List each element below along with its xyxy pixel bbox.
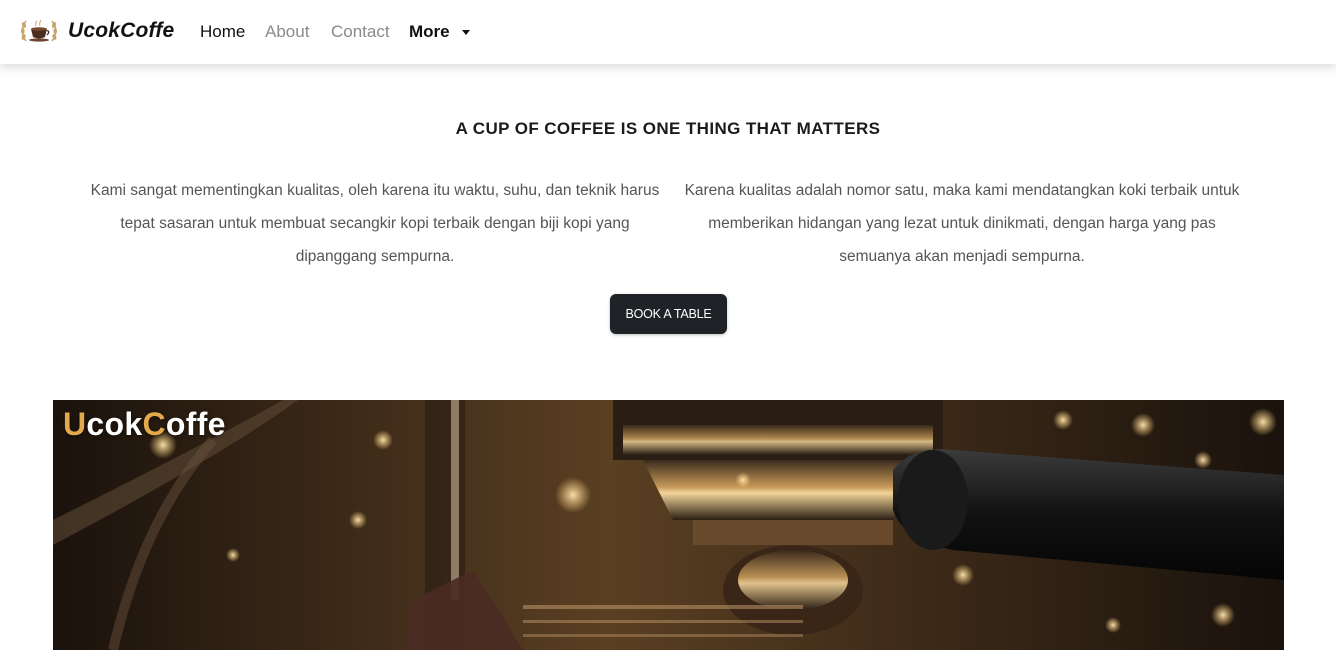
intro-paragraph-left: Kami sangat mementingkan kualitas, oleh … [90,182,660,265]
brand-text-offe: offe [165,406,226,442]
intro-paragraph-right: Karena kualitas adalah nomor satu, maka … [684,182,1240,265]
section-headline: A CUP OF COFFEE IS ONE THING THAT MATTER… [455,119,881,138]
brand-text-cok: cok [86,406,143,442]
brand-letter-u: U [63,406,87,442]
brand-letter-c: C [142,406,166,442]
brand-name[interactable]: UcokCoffe [68,19,174,43]
espresso-machine-illustration [53,400,1284,650]
nav-about-link[interactable]: About [265,22,309,42]
caret-down-icon[interactable] [462,30,470,35]
navbar: UcokCoffe Home About Contact More [0,0,1336,64]
espresso-machine-photo: UcokCoffe [53,400,1284,650]
nav-home-link[interactable]: Home [200,22,245,42]
nav-contact-link[interactable]: Contact [331,22,390,42]
book-table-button[interactable]: BOOK A TABLE [610,294,727,334]
nav-more-dropdown[interactable]: More [409,22,450,42]
coffee-cup-laurel-icon[interactable] [20,15,58,48]
photo-brand-watermark: UcokCoffe [63,406,226,443]
